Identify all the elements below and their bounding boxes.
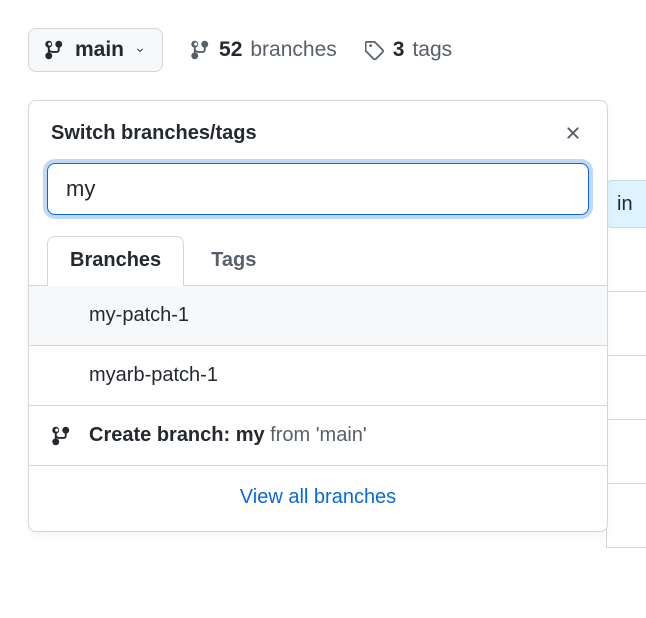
tags-count-link[interactable]: 3 tags (365, 38, 452, 62)
bg-commit-text: in (617, 193, 633, 216)
branch-result-item[interactable]: my-patch-1 (29, 286, 607, 346)
git-branch-icon (51, 426, 73, 446)
branch-search-input[interactable] (47, 163, 589, 215)
git-branch-icon (191, 40, 211, 60)
branch-select-label: main (75, 38, 124, 62)
branch-select-button[interactable]: main (28, 28, 163, 72)
tab-tags[interactable]: Tags (188, 236, 279, 286)
git-branch-icon (45, 40, 65, 60)
branches-count: 52 (219, 38, 242, 62)
create-branch-name: my (236, 424, 265, 446)
tab-branches[interactable]: Branches (47, 236, 184, 286)
background-file-rows (606, 228, 646, 548)
create-branch-from: from 'main' (265, 424, 367, 446)
branch-name: my-patch-1 (89, 304, 189, 327)
tags-label: tags (412, 38, 452, 62)
close-button[interactable] (559, 119, 587, 147)
popover-tabs: Branches Tags (29, 235, 607, 286)
branch-results-list: my-patch-1 myarb-patch-1 Create branch: … (29, 286, 607, 466)
close-icon (563, 123, 583, 143)
tag-icon (365, 40, 385, 60)
branches-count-link[interactable]: 52 branches (191, 38, 337, 62)
tags-count: 3 (393, 38, 405, 62)
create-branch-prefix: Create branch: (89, 424, 236, 446)
popover-header: Switch branches/tags (29, 101, 607, 163)
branch-name: myarb-patch-1 (89, 364, 218, 387)
search-wrap (29, 163, 607, 235)
background-commit-row: in (606, 180, 646, 228)
create-branch-text: Create branch: my from 'main' (89, 424, 367, 447)
view-all-branches-link[interactable]: View all branches (29, 466, 607, 531)
branch-result-item[interactable]: myarb-patch-1 (29, 346, 607, 406)
create-branch-item[interactable]: Create branch: my from 'main' (29, 406, 607, 466)
repo-topbar: main 52 branches 3 tags (0, 0, 646, 72)
popover-title: Switch branches/tags (51, 122, 257, 145)
branches-label: branches (250, 38, 336, 62)
caret-down-icon (134, 44, 146, 56)
branch-switcher-popover: Switch branches/tags Branches Tags my-pa… (28, 100, 608, 532)
